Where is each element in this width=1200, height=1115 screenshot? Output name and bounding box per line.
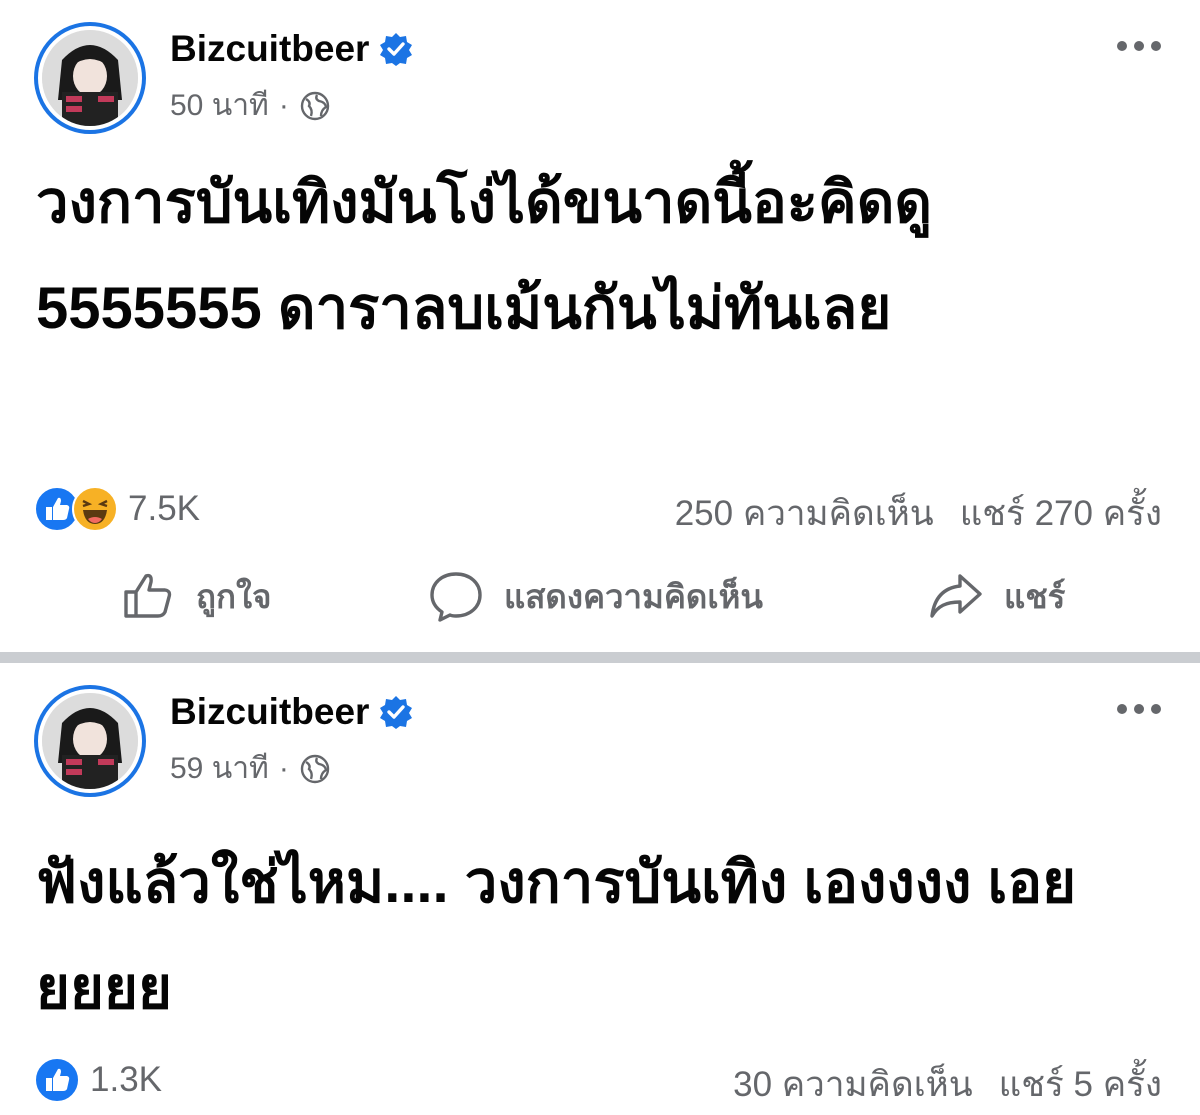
comment-button[interactable]: แสดงความคิดเห็น: [428, 568, 763, 624]
post-text: ฟังแล้วใช่ไหม.... วงการบันเทิง เองงงง เอ…: [36, 850, 1077, 1021]
reaction-summary[interactable]: 7.5K: [34, 486, 200, 532]
post-meta: 59 นาที ·: [170, 745, 331, 792]
verified-badge-icon: [380, 33, 413, 66]
action-bar: ถูกใจ แสดงความคิดเห็น แชร์: [0, 568, 1200, 628]
haha-icon: [72, 486, 118, 532]
like-label: ถูกใจ: [196, 577, 272, 615]
avatar[interactable]: [34, 22, 146, 134]
globe-icon: [300, 754, 330, 783]
post-meta: 50 นาที ·: [170, 82, 331, 129]
meta-separator: ·: [278, 88, 289, 122]
verified-badge-icon: [380, 696, 413, 729]
author-name-label[interactable]: Bizcuitbeer: [170, 28, 369, 70]
more-options-icon[interactable]: [1116, 40, 1162, 52]
author-name-label[interactable]: Bizcuitbeer: [170, 691, 369, 733]
post-time[interactable]: 59 นาที: [170, 745, 269, 792]
share-count[interactable]: แชร์ 270 ครั้ง: [960, 486, 1162, 541]
comment-bubble-icon: [430, 572, 482, 622]
like-icon: [34, 1057, 80, 1103]
author-name[interactable]: Bizcuitbeer: [170, 691, 413, 733]
share-label: แชร์: [1004, 577, 1066, 615]
engagement-counts: 250 ความคิดเห็น แชร์ 270 ครั้ง: [675, 486, 1162, 541]
reaction-count: 7.5K: [128, 489, 200, 528]
post-stats: 7.5K 250 ความคิดเห็น แชร์ 270 ครั้ง: [34, 486, 1162, 536]
comment-label: แสดงความคิดเห็น: [504, 577, 763, 615]
reaction-summary[interactable]: 1.3K: [34, 1057, 162, 1103]
profile-photo: [42, 30, 138, 126]
post-stats: 1.3K 30 ความคิดเห็น แชร์ 5 ครั้ง: [34, 1057, 1162, 1107]
thumbs-up-icon: [124, 573, 172, 618]
share-count[interactable]: แชร์ 5 ครั้ง: [999, 1057, 1162, 1112]
post-1: Bizcuitbeer 50 นาที · วงการบันเทิงมันโง่…: [0, 0, 1200, 652]
profile-photo: [42, 693, 138, 789]
share-button[interactable]: แชร์: [928, 568, 1065, 624]
post-2: Bizcuitbeer 59 นาที · ฟังแล้วใช่ไหม.... …: [0, 663, 1200, 1115]
comment-count[interactable]: 250 ความคิดเห็น: [675, 486, 934, 541]
comment-count[interactable]: 30 ความคิดเห็น: [733, 1057, 973, 1112]
avatar[interactable]: [34, 685, 146, 797]
more-options-icon[interactable]: [1116, 703, 1162, 715]
post-time[interactable]: 50 นาที: [170, 82, 269, 129]
author-name[interactable]: Bizcuitbeer: [170, 28, 413, 70]
meta-separator: ·: [278, 751, 289, 785]
post-text: วงการบันเทิงมันโง่ได้ขนาดนี้อะคิดดู 5555…: [36, 170, 933, 341]
engagement-counts: 30 ความคิดเห็น แชร์ 5 ครั้ง: [733, 1057, 1162, 1112]
share-arrow-icon: [930, 574, 982, 618]
post-divider: [0, 652, 1200, 663]
globe-icon: [300, 91, 330, 120]
like-button[interactable]: ถูกใจ: [120, 568, 271, 624]
reaction-count: 1.3K: [90, 1060, 162, 1099]
